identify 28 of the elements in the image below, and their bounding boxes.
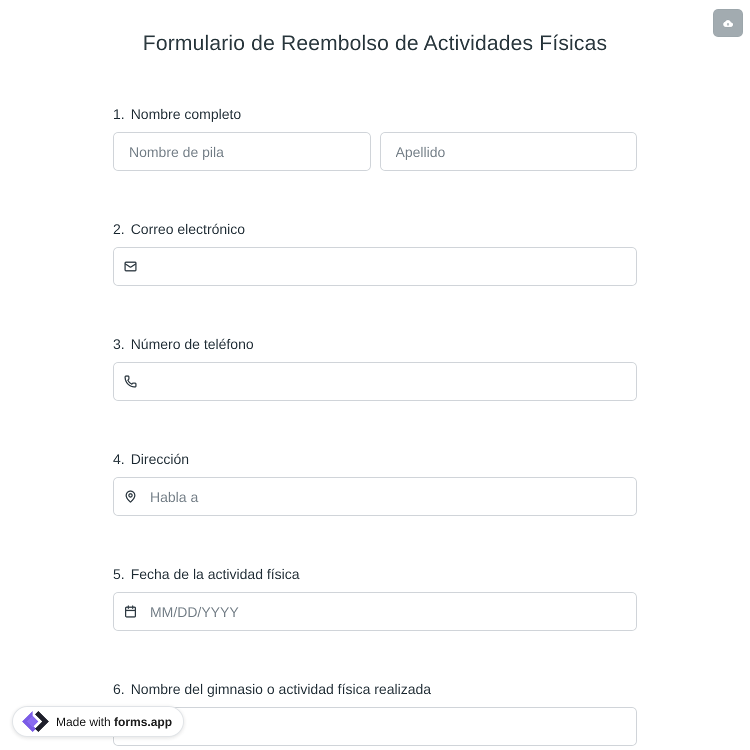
input-field[interactable]: MM/DD/YYYY <box>113 592 637 631</box>
question-number: 1. <box>113 104 125 124</box>
question-label: Dirección <box>130 450 190 468</box>
question-number: 6. <box>113 680 125 698</box>
made-with-badge[interactable]: Made with forms.app <box>12 706 184 737</box>
logo-icon <box>21 710 50 733</box>
question-number: 5. <box>113 564 125 584</box>
cloud-upload-icon <box>723 20 733 26</box>
input-field[interactable]: Apellido <box>380 132 637 171</box>
question-number: 3. <box>113 334 125 354</box>
question-label: Número de teléfono <box>130 334 254 354</box>
question-label: Correo electrónico <box>130 220 246 238</box>
question-label: Nombre del gimnasio o actividad física realizada <box>130 680 432 699</box>
question-number: 4. <box>113 450 125 468</box>
envelope-icon <box>124 260 137 273</box>
calendar-icon <box>124 605 137 618</box>
map-pin-icon <box>124 490 137 503</box>
question-number: 2. <box>113 220 125 238</box>
question-label: Fecha de la actividad física <box>130 564 300 584</box>
form-title: Formulario de Reembolso de Actividades Físicas <box>142 31 608 57</box>
input-field[interactable] <box>113 707 637 746</box>
phone-icon <box>124 375 137 388</box>
input-field[interactable]: Nombre de pila <box>113 132 370 171</box>
upload-button[interactable] <box>713 9 743 37</box>
input-field[interactable] <box>113 362 637 401</box>
question-label: Nombre completo <box>130 104 242 124</box>
input-field[interactable]: Habla a <box>113 477 637 516</box>
input-field[interactable] <box>113 247 637 286</box>
